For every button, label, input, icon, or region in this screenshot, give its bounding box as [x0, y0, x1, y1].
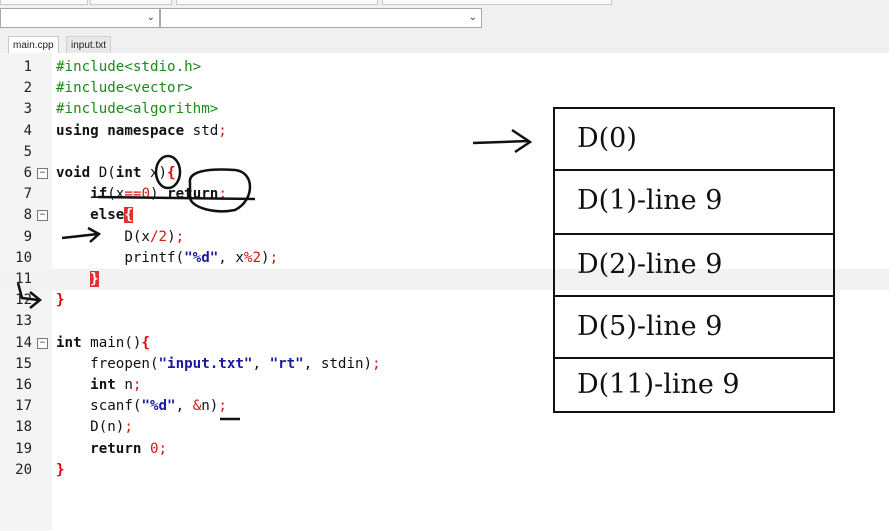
- strike-line-icon: [97, 195, 256, 201]
- arrow-icon: [61, 226, 102, 243]
- arrow-icon: [16, 282, 43, 309]
- circle-mark-icon: [154, 154, 182, 190]
- circle-mark-icon: [188, 168, 252, 213]
- handwriting-annotations: [16, 128, 533, 421]
- arrow-icon: [472, 128, 533, 154]
